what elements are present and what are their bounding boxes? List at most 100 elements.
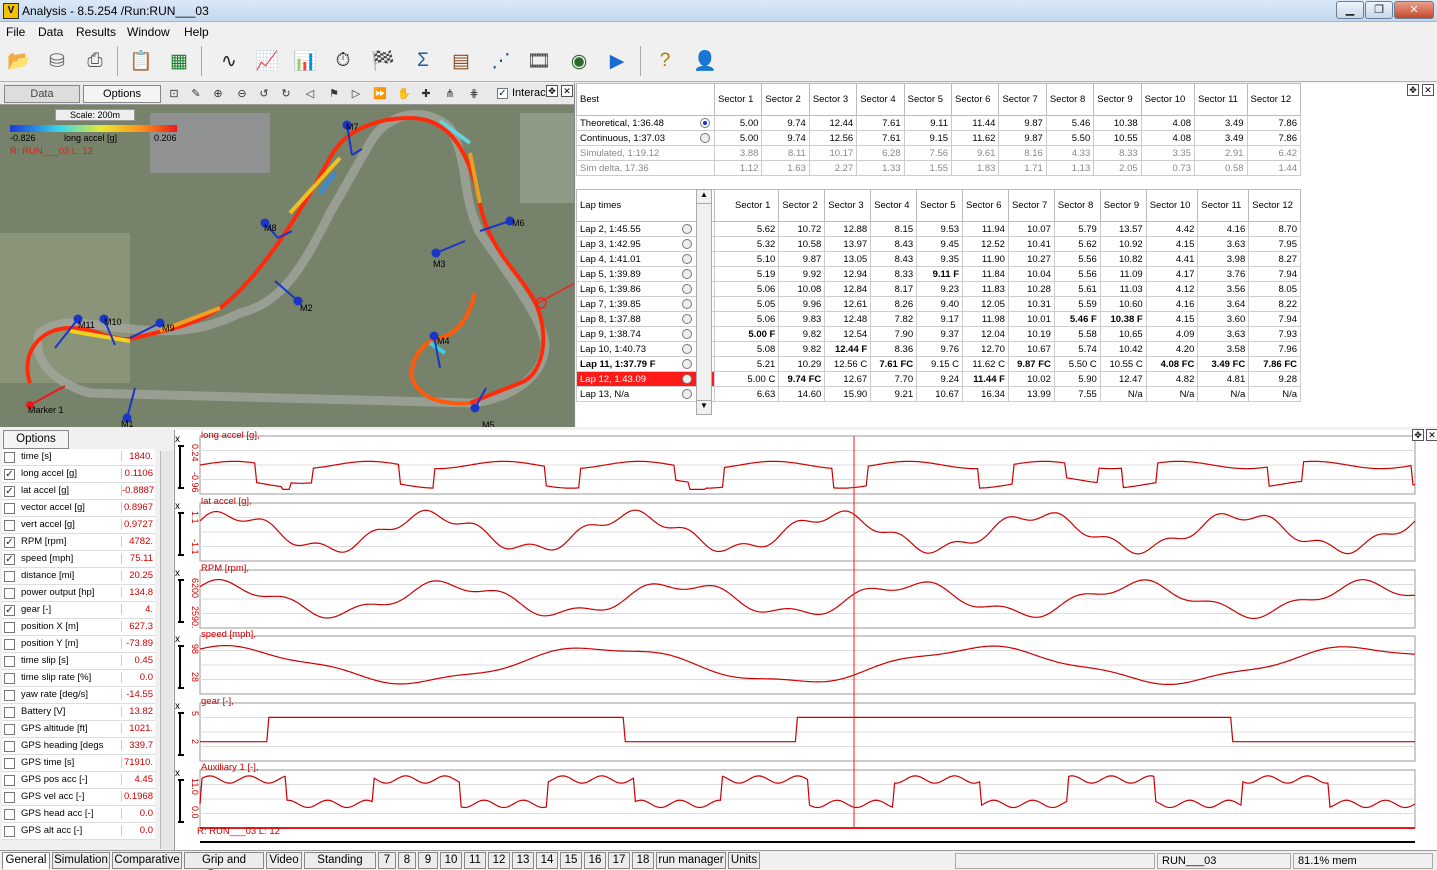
column-header[interactable]: Sector 4 <box>870 189 918 222</box>
step-back-icon[interactable]: ◁ <box>302 86 318 102</box>
column-header[interactable]: Sector 2 <box>761 83 810 116</box>
channel-row[interactable]: Battery [V] 13.82 <box>2 704 155 721</box>
tab-standing-start[interactable]: Standing start <box>304 852 376 870</box>
close-panel-icon[interactable]: ✕ <box>1426 429 1437 441</box>
channel-options-button[interactable]: Options <box>3 430 69 449</box>
graph-canvas[interactable]: x 0.24 -0.96 x 1.1 -1.1 x 6200 2590. x 98 28 x 5 2 x 11.… <box>175 430 1437 850</box>
column-header[interactable]: Sector 5 <box>903 83 953 116</box>
column-header[interactable]: Sector 11 <box>1197 189 1250 222</box>
channel-checkbox[interactable] <box>4 775 15 786</box>
close-panel-icon[interactable]: ✕ <box>561 85 573 97</box>
column-header[interactable]: Sector 4 <box>856 83 905 116</box>
channel-row[interactable]: time slip [s] 0.45 <box>2 653 155 670</box>
spreadsheet-icon[interactable]: ▤ <box>444 44 478 78</box>
minimize-button[interactable]: ▁ <box>1336 1 1364 19</box>
channel-checkbox[interactable]: ✓ <box>4 554 15 565</box>
row-radio-button[interactable] <box>682 269 692 279</box>
table-row[interactable]: Lap 4, 1:41.01 5.10 9.87 13.05 8.43 9.35 11.90… <box>576 251 1301 267</box>
tab-7[interactable]: 7 <box>378 852 396 869</box>
row-radio-button[interactable] <box>682 299 692 309</box>
channel-row[interactable]: GPS altitude [ft] 1021. <box>2 721 155 738</box>
clipboard-icon[interactable]: 📋 <box>124 44 158 78</box>
move-panel-icon[interactable]: ✥ <box>546 85 558 97</box>
channel-row[interactable]: time [s] 1840. <box>2 449 155 466</box>
menu-window[interactable]: Window <box>127 25 170 39</box>
tab-17[interactable]: 17 <box>608 852 630 869</box>
tab-10[interactable]: 10 <box>440 852 462 869</box>
sigma-math-icon[interactable]: Σ <box>406 44 440 78</box>
channel-row[interactable]: ✓ gear [-] 4. <box>2 602 155 619</box>
add-point-icon[interactable]: ✚ <box>418 86 434 102</box>
row-radio-button[interactable] <box>682 374 692 384</box>
tab-general[interactable]: General <box>2 852 50 869</box>
graph-panel[interactable]: x 0.24 -0.96 x 1.1 -1.1 x 6200 2590. x 98 28 x 5 2 x 11.… <box>175 429 1437 850</box>
column-header[interactable]: Sector 8 <box>1053 189 1101 222</box>
tab-units[interactable]: Units <box>728 852 760 869</box>
channel-checkbox[interactable] <box>4 520 15 531</box>
menu-file[interactable]: File <box>6 25 25 39</box>
channel-row[interactable]: ✓ lat accel [g] -0.8887 <box>2 483 155 500</box>
column-header[interactable]: Sector 5 <box>916 189 964 222</box>
pan-hand-icon[interactable]: ✋ <box>396 86 412 102</box>
table-row[interactable]: Lap 9, 1:38.74 5.00 F 9.82 12.54 7.90 9.37 12.… <box>576 326 1301 342</box>
row-radio-button[interactable] <box>682 344 692 354</box>
channel-checkbox[interactable] <box>4 690 15 701</box>
move-panel-icon[interactable]: ✥ <box>1407 84 1419 96</box>
tab-13[interactable]: 13 <box>512 852 534 869</box>
channel-row[interactable]: GPS time [s] 71910. <box>2 755 155 772</box>
fast-forward-icon[interactable]: ⏩ <box>372 86 388 102</box>
column-header[interactable]: Sector 1 <box>713 83 763 116</box>
channel-checkbox[interactable] <box>4 792 15 803</box>
zoom-out-icon[interactable]: ⊖ <box>234 86 250 102</box>
menu-results[interactable]: Results <box>76 25 116 39</box>
support-user-icon[interactable]: 👤 <box>688 44 722 78</box>
tab-11[interactable]: 11 <box>464 852 486 869</box>
move-panel-icon[interactable]: ✥ <box>1412 429 1424 441</box>
row-radio-button[interactable] <box>700 118 710 128</box>
database-icon[interactable]: ⛁ <box>40 44 74 78</box>
row-radio-button[interactable] <box>682 254 692 264</box>
tab-16[interactable]: 16 <box>584 852 606 869</box>
column-header[interactable]: Sector 1 <box>713 189 780 222</box>
table-row[interactable]: Lap 7, 1:39.85 5.05 9.96 12.61 8.26 9.40 12.05… <box>576 296 1301 312</box>
table-row[interactable]: Lap 8, 1:37.88 5.06 9.83 12.48 7.82 9.17 11.98… <box>576 311 1301 327</box>
channel-checkbox[interactable] <box>4 758 15 769</box>
close-panel-icon[interactable]: ✕ <box>1422 84 1434 96</box>
column-header[interactable]: Sector 9 <box>1093 83 1142 116</box>
scatter-plot-icon[interactable]: ⋰ <box>484 44 518 78</box>
open-folder-icon[interactable]: 📂 <box>2 44 36 78</box>
tab-8[interactable]: 8 <box>398 852 416 869</box>
row-radio-button[interactable] <box>682 359 692 369</box>
table-row[interactable]: Lap 12, 1:43.09 5.00 C 9.74 FC 12.67 7.70 9.2… <box>576 371 1301 387</box>
column-header[interactable]: Sector 10 <box>1140 83 1195 116</box>
help-icon[interactable]: ? <box>648 44 682 78</box>
channel-row[interactable]: yaw rate [deg/s] -14.55 <box>2 687 155 704</box>
channel-checkbox[interactable]: ✓ <box>4 605 15 616</box>
close-button[interactable]: ✕ <box>1394 1 1434 19</box>
channel-checkbox[interactable] <box>4 588 15 599</box>
tab-map-data[interactable]: Data <box>4 85 80 103</box>
zoom-in-icon[interactable]: ⊕ <box>210 86 226 102</box>
channel-row[interactable]: GPS vel acc [-] 0.1968 <box>2 789 155 806</box>
channel-checkbox[interactable] <box>4 707 15 718</box>
channel-row[interactable]: power output [hp] 134.8 <box>2 585 155 602</box>
column-header[interactable]: Sector 11 <box>1193 83 1248 116</box>
table-row[interactable]: Sim delta, 17.36 1.12 1.63 2.27 1.33 1.55 1.83… <box>576 160 1302 176</box>
row-radio-button[interactable] <box>682 329 692 339</box>
row-radio-button[interactable] <box>682 239 692 249</box>
channel-checkbox[interactable] <box>4 622 15 633</box>
checkered-flag-icon[interactable]: 🏁 <box>366 44 400 78</box>
lap-table-scrollbar[interactable]: ▲ ▼ <box>696 189 712 415</box>
table-row[interactable]: Lap 2, 1:45.55 5.62 10.72 12.88 8.15 9.53 11.9… <box>576 221 1301 237</box>
excel-export-icon[interactable]: ▦ <box>162 44 196 78</box>
merge-icon[interactable]: ⋕ <box>466 86 482 102</box>
column-header[interactable]: Sector 6 <box>962 189 1009 222</box>
table-row[interactable]: Theoretical, 1:36.48 5.00 9.74 12.44 7.61 9.1… <box>576 115 1302 131</box>
draw-icon[interactable]: ✎ <box>188 86 204 102</box>
column-header[interactable]: Sector 7 <box>998 83 1047 116</box>
table-row[interactable]: Lap 13, N/a 6.63 14.60 15.90 9.21 10.67 16.34 1… <box>576 386 1301 402</box>
column-header[interactable]: Sector 12 <box>1246 83 1302 116</box>
column-header[interactable]: Sector 12 <box>1248 189 1301 222</box>
tab-15[interactable]: 15 <box>560 852 582 869</box>
split-icon[interactable]: ⋔ <box>442 86 458 102</box>
